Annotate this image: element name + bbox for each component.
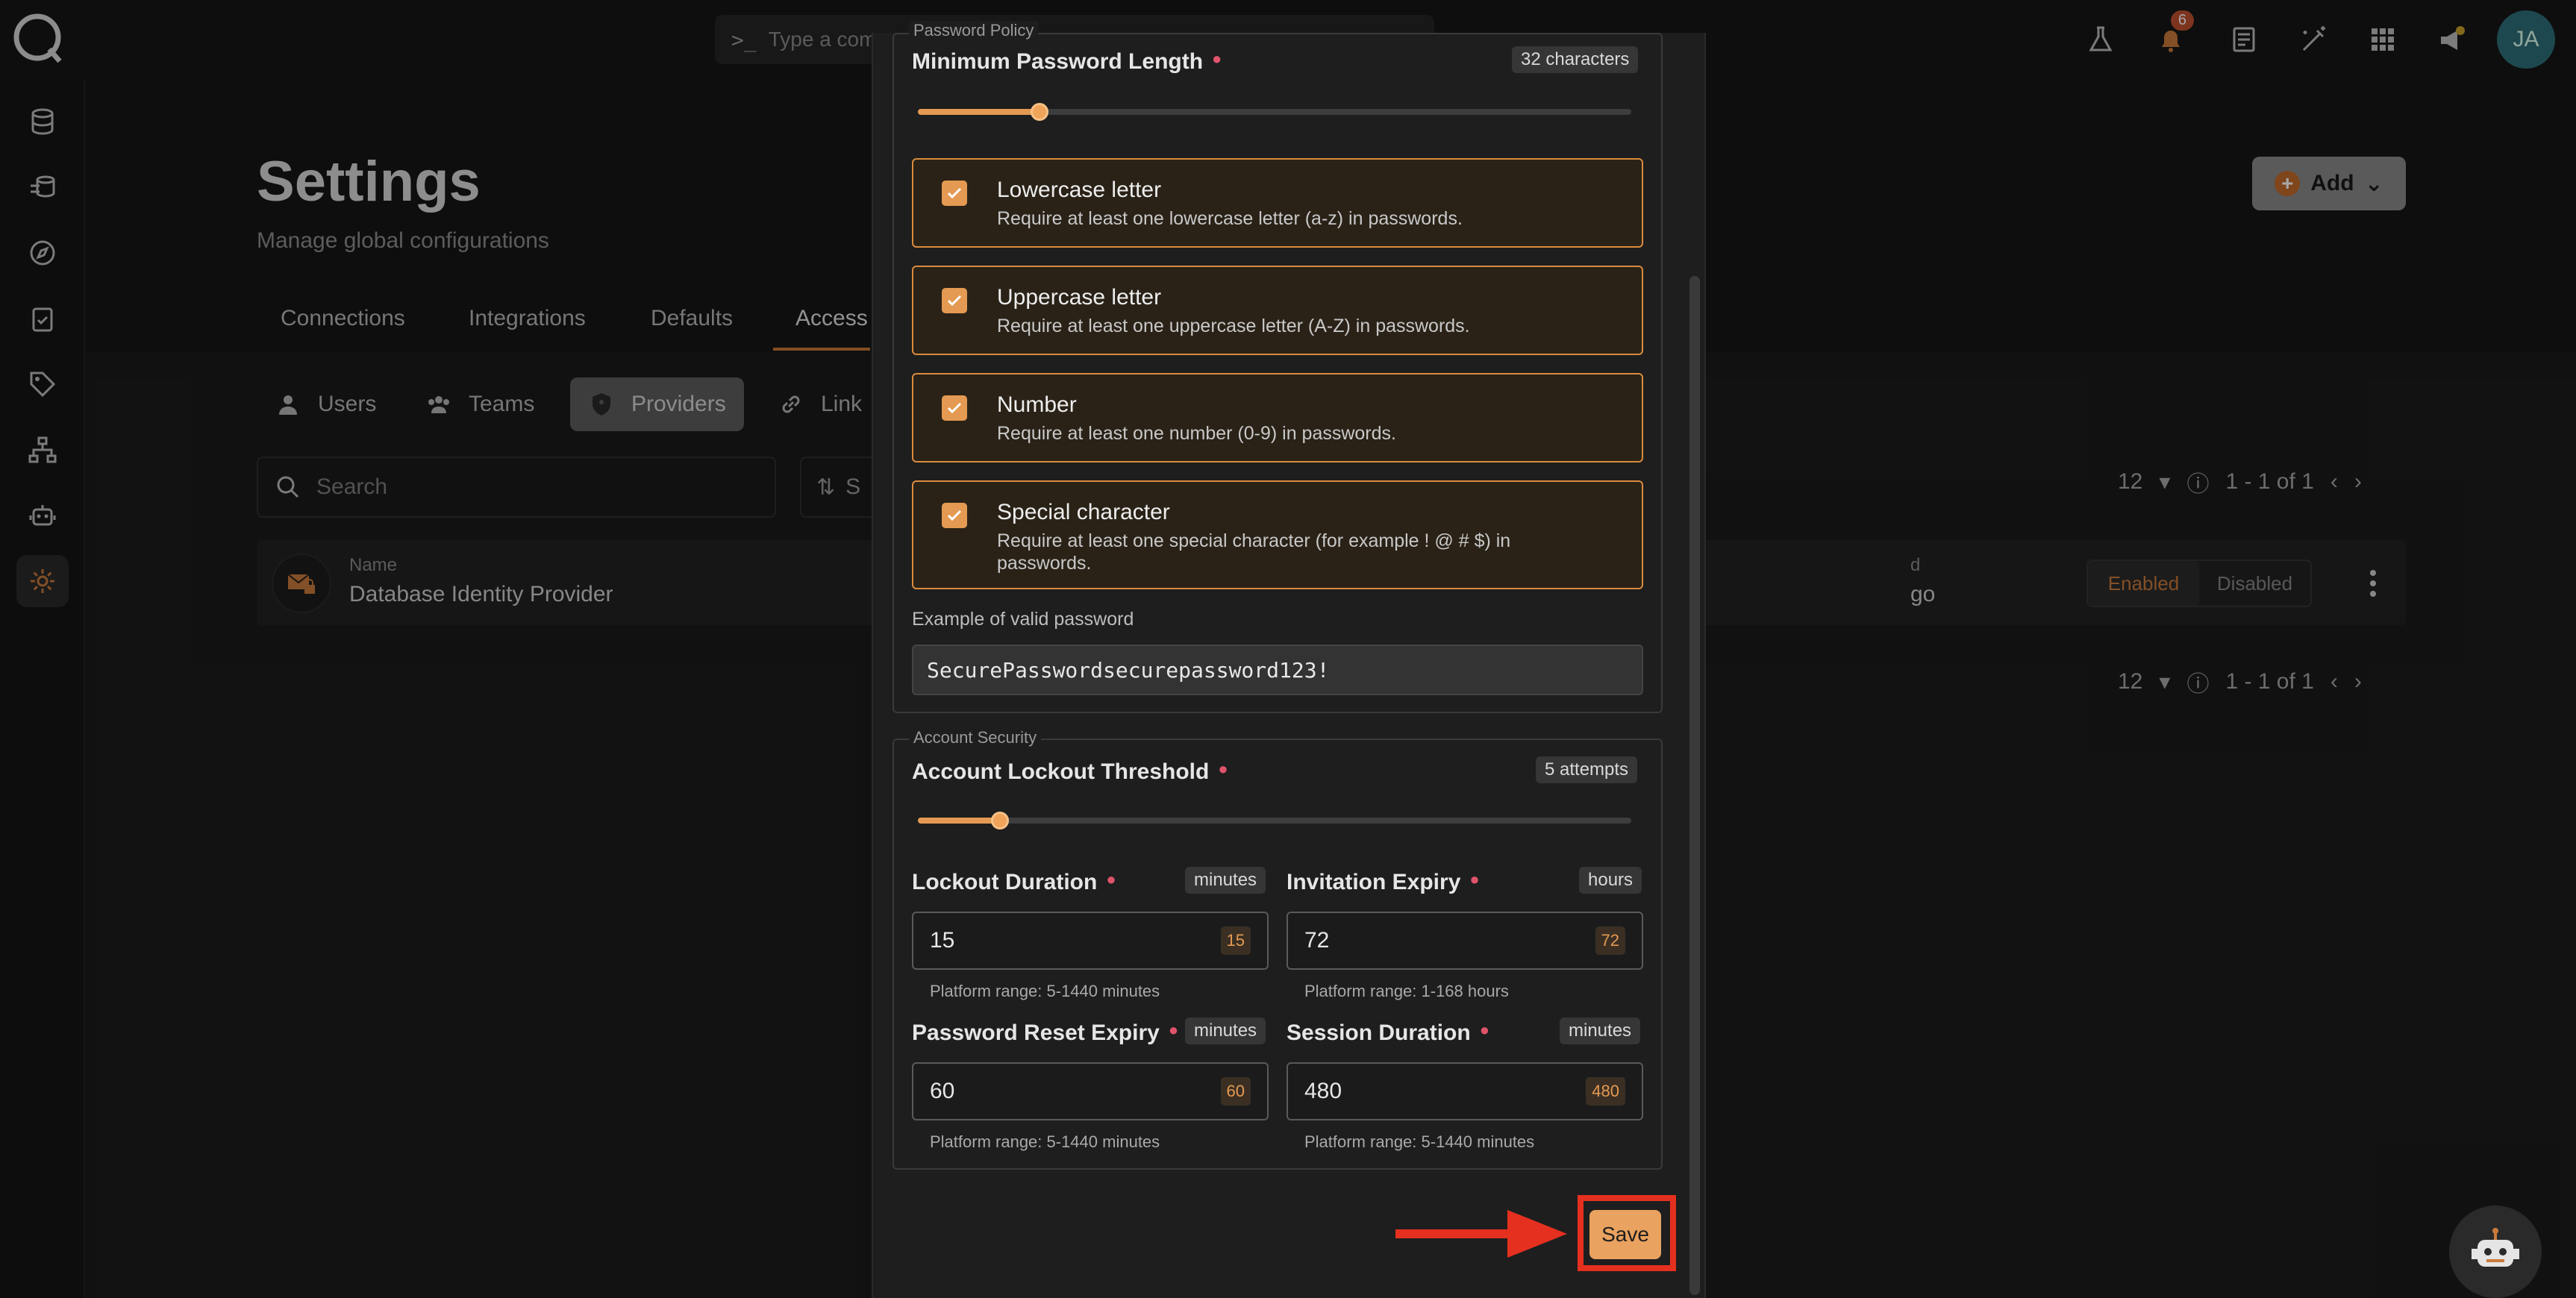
rule-description: Require at least one uppercase letter (A… xyxy=(997,316,1470,336)
required-indicator: ● xyxy=(1469,870,1480,888)
check-icon xyxy=(947,295,962,307)
lockout-duration-hint: Platform range: 5-1440 minutes xyxy=(930,982,1160,1000)
min-length-label-text: Minimum Password Length xyxy=(912,49,1204,74)
rule-description: Require at least one number (0-9) in pas… xyxy=(997,423,1396,444)
lockout-threshold-label: Account Lockout Threshold ● xyxy=(912,759,1228,785)
session-duration-label: Session Duration ● xyxy=(1287,1020,1489,1046)
required-indicator: ● xyxy=(1106,870,1116,888)
rule-description: Require at least one special character (… xyxy=(997,530,1511,574)
rule-description: Require at least one lowercase letter (a… xyxy=(997,208,1463,229)
invitation-expiry-label-text: Invitation Expiry xyxy=(1287,870,1461,894)
rule-uppercase[interactable]: Uppercase letter Require at least one up… xyxy=(912,266,1643,355)
rule-number[interactable]: Number Require at least one number (0-9)… xyxy=(912,373,1643,463)
lockout-threshold-chip: 5 attempts xyxy=(1536,756,1638,783)
session-duration-hint: Platform range: 5-1440 minutes xyxy=(1304,1132,1535,1151)
lockout-threshold-label-text: Account Lockout Threshold xyxy=(912,759,1210,784)
rule-title: Uppercase letter xyxy=(997,285,1162,310)
rule-special-character[interactable]: Special character Require at least one s… xyxy=(912,480,1643,589)
lockout-duration-unit: minutes xyxy=(1185,867,1266,894)
session-duration-unit: minutes xyxy=(1560,1018,1641,1044)
password-policy-legend: Password Policy xyxy=(909,21,1039,40)
required-indicator: ● xyxy=(1479,1020,1490,1039)
session-duration-label-text: Session Duration xyxy=(1287,1020,1471,1045)
session-duration-input[interactable]: 480 480 xyxy=(1287,1062,1643,1120)
session-duration-mini: 480 xyxy=(1586,1077,1625,1106)
lockout-duration-label: Lockout Duration ● xyxy=(912,870,1116,895)
rule-title: Special character xyxy=(997,500,1170,524)
example-label: Example of valid password xyxy=(912,609,1134,630)
invitation-expiry-input[interactable]: 72 72 xyxy=(1287,912,1643,970)
lockout-threshold-slider-thumb[interactable] xyxy=(991,812,1009,830)
lockout-duration-value: 15 xyxy=(930,928,955,953)
lockout-threshold-slider-track[interactable] xyxy=(918,818,1631,824)
lockout-duration-mini: 15 xyxy=(1220,927,1251,955)
invitation-expiry-mini: 72 xyxy=(1595,927,1625,955)
password-reset-expiry-unit: minutes xyxy=(1185,1018,1266,1044)
modal-scrollbar[interactable] xyxy=(1689,276,1700,1295)
password-reset-expiry-mini: 60 xyxy=(1220,1077,1251,1106)
password-reset-expiry-label: Password Reset Expiry ● xyxy=(912,1020,1178,1046)
number-checkbox[interactable] xyxy=(942,395,967,421)
uppercase-checkbox[interactable] xyxy=(942,288,967,313)
check-icon xyxy=(947,510,962,521)
invitation-expiry-hint: Platform range: 1-168 hours xyxy=(1304,982,1509,1000)
required-indicator: ● xyxy=(1212,49,1222,68)
lockout-duration-input[interactable]: 15 15 xyxy=(912,912,1269,970)
special-character-checkbox[interactable] xyxy=(942,503,967,528)
min-length-label: Minimum Password Length ● xyxy=(912,49,1222,75)
invitation-expiry-unit: hours xyxy=(1579,867,1642,894)
lockout-threshold-slider-fill xyxy=(918,818,1000,824)
password-reset-expiry-hint: Platform range: 5-1440 minutes xyxy=(930,1132,1160,1151)
lockout-duration-label-text: Lockout Duration xyxy=(912,870,1098,894)
min-length-chip: 32 characters xyxy=(1512,46,1639,73)
save-button[interactable]: Save xyxy=(1589,1210,1661,1259)
required-indicator: ● xyxy=(1168,1020,1179,1039)
session-duration-value: 480 xyxy=(1304,1079,1342,1103)
assistant-bot-icon[interactable] xyxy=(2449,1205,2542,1298)
password-reset-expiry-input[interactable]: 60 60 xyxy=(912,1062,1269,1120)
required-indicator: ● xyxy=(1218,759,1228,778)
min-length-slider-thumb[interactable] xyxy=(1031,103,1048,121)
example-password-field: SecurePasswordsecurepassword123! xyxy=(912,645,1643,695)
invitation-expiry-label: Invitation Expiry ● xyxy=(1287,870,1480,895)
check-icon xyxy=(947,402,962,414)
password-reset-expiry-label-text: Password Reset Expiry xyxy=(912,1020,1160,1045)
min-length-slider-fill xyxy=(918,109,1040,115)
account-security-legend: Account Security xyxy=(909,728,1042,747)
annotation-arrow-icon xyxy=(1395,1210,1567,1258)
check-icon xyxy=(947,187,962,199)
invitation-expiry-value: 72 xyxy=(1304,928,1330,953)
rule-title: Number xyxy=(997,392,1077,417)
rule-lowercase[interactable]: Lowercase letter Require at least one lo… xyxy=(912,158,1643,248)
password-reset-expiry-value: 60 xyxy=(930,1079,955,1103)
lowercase-checkbox[interactable] xyxy=(942,181,967,206)
rule-title: Lowercase letter xyxy=(997,178,1162,202)
